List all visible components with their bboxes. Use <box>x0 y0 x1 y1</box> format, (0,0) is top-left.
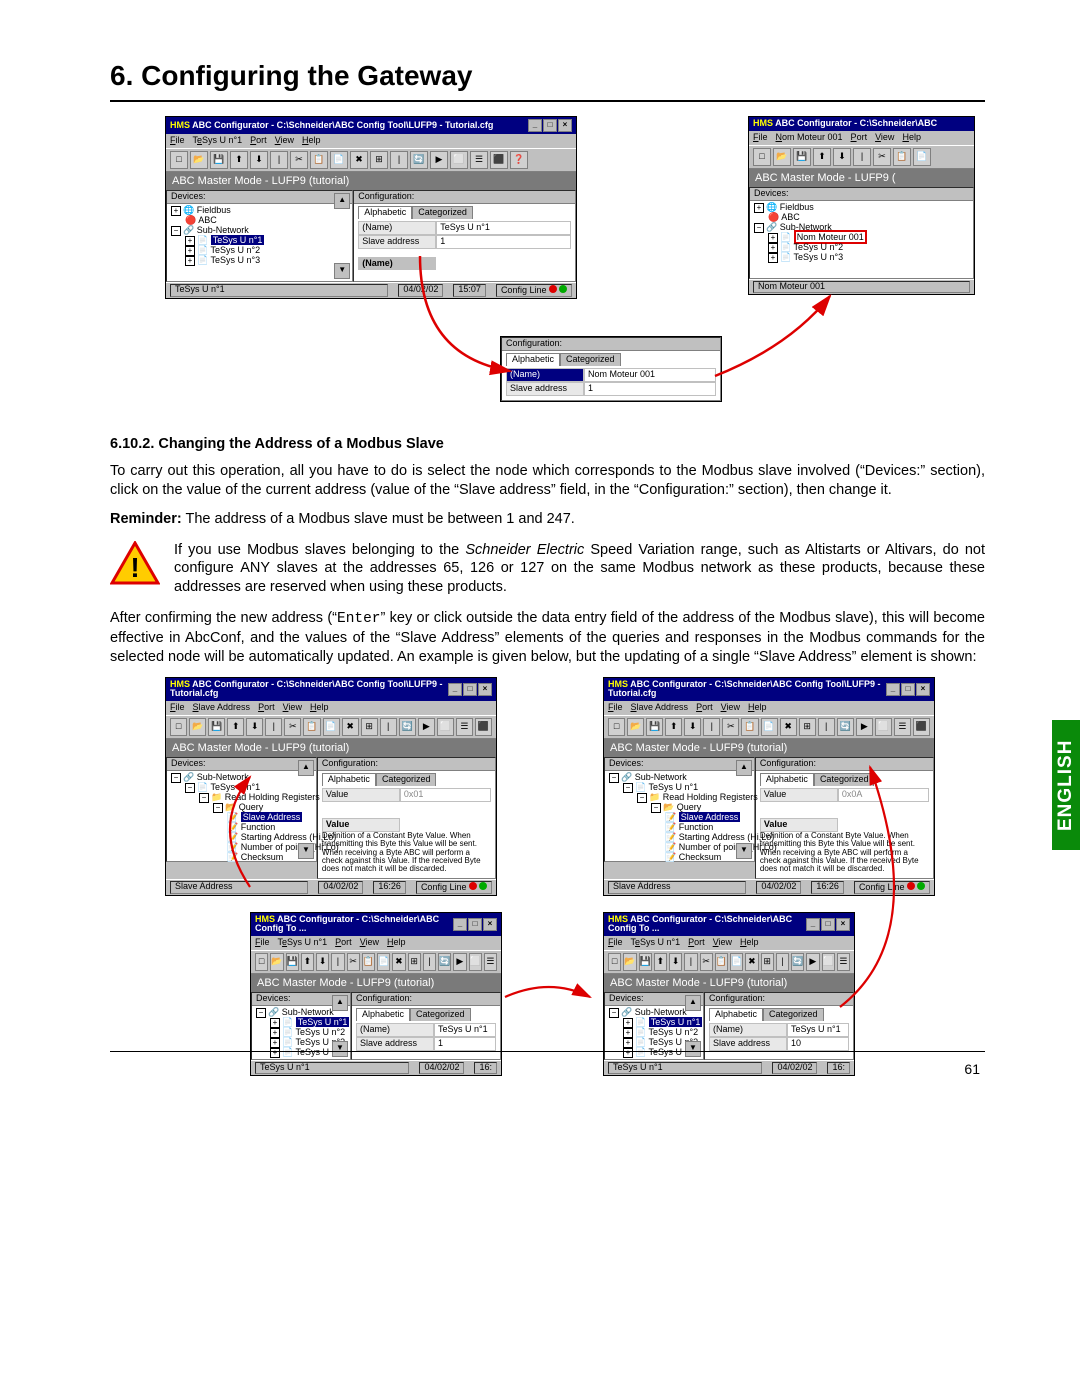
screenshot-window-c: HMS ABC Configurator - C:\Schneider\ABC … <box>165 677 497 896</box>
title-rule <box>110 100 985 102</box>
config-pane[interactable]: Configuration: Alphabetic Categorized (N… <box>353 190 576 282</box>
language-tab: ENGLISH <box>1052 720 1080 850</box>
mode-bar: ABC Master Mode - LUFP9 (tutorial) <box>166 172 576 190</box>
menubar[interactable]: FileTeSys U n°1PortViewHelp <box>166 134 576 148</box>
tab-alphabetic[interactable]: Alphabetic <box>358 206 412 219</box>
maximize-icon[interactable]: □ <box>543 119 557 132</box>
devices-pane[interactable]: Devices: +🌐 Fieldbus 🔴 ABC −🔗 Sub-Networ… <box>166 190 353 282</box>
tab-categorized[interactable]: Categorized <box>412 206 473 219</box>
close-icon[interactable]: × <box>558 119 572 132</box>
reminder-line: Reminder: The address of a Modbus slave … <box>110 510 985 529</box>
screenshot-window-a: HMS ABC Configurator - C:\Schneider\ABC … <box>165 116 577 299</box>
paragraph-1: To carry out this operation, all you hav… <box>110 462 985 500</box>
warning-block: ! If you use Modbus slaves belonging to … <box>110 541 985 598</box>
footer-rule <box>110 1051 985 1052</box>
config-popout: Configuration: Alphabetic Categorized (N… <box>500 336 722 402</box>
paragraph-2: After confirming the new address (“Enter… <box>110 609 985 667</box>
screenshot-window-d: HMS ABC Configurator - C:\Schneider\ABC … <box>603 677 935 896</box>
page-title: 6. Configuring the Gateway <box>110 60 985 92</box>
minimize-icon[interactable]: _ <box>528 119 542 132</box>
subsection-heading: 6.10.2. Changing the Address of a Modbus… <box>110 436 985 452</box>
scroll-up-icon[interactable]: ▲ <box>334 193 350 209</box>
statusbar: TeSys U n°1 04/02/02 15:07 Config Line <box>166 282 576 298</box>
scroll-down-icon[interactable]: ▼ <box>334 263 350 279</box>
toolbar[interactable]: □📂💾⬆⬇|✂📋📄✖⊞|🔄▶⬜☰⬛❓ <box>166 148 576 172</box>
warning-icon: ! <box>110 541 160 585</box>
screenshot-window-b: HMS ABC Configurator - C:\Schneider\ABC … <box>748 116 975 295</box>
svg-text:!: ! <box>130 552 139 583</box>
titlebar: HMS ABC Configurator - C:\Schneider\ABC … <box>166 117 576 134</box>
page-number: 61 <box>964 1061 980 1077</box>
